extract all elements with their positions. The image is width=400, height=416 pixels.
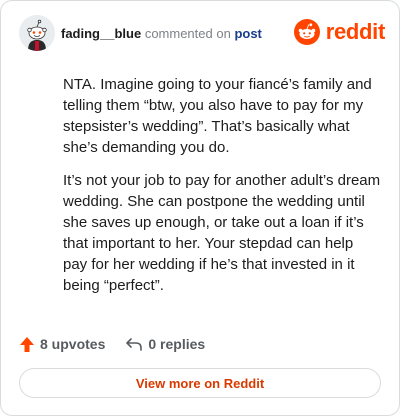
upvote-arrow-icon [20,336,34,352]
avatar[interactable] [19,15,55,51]
upvote-count: 8 upvotes [40,336,106,352]
reply-icon [126,338,143,351]
snoo-avatar-icon [19,15,55,51]
comment-meta: fading__blue commented on post [61,26,262,41]
reddit-wordmark: reddit [325,19,386,44]
reddit-logo-icon [293,19,320,45]
upvote-button[interactable]: 8 upvotes [19,336,105,353]
reddit-brand[interactable]: reddit [293,18,386,46]
username[interactable]: fading__blue [61,26,141,41]
comment-paragraph: NTA. Imagine going to your fiancé’s fami… [63,76,372,156]
embedded-comment-card: fading__blue commented on post reddit NT… [0,0,400,416]
comment-body: NTA. Imagine going to your fiancé’s fami… [63,74,381,308]
reply-button[interactable]: 0 replies [125,336,205,352]
comment-paragraph: It’s not your job to pay for another adu… [63,172,381,294]
post-link[interactable]: post [234,26,261,41]
view-more-button[interactable]: View more on Reddit [19,368,381,398]
comment-header: fading__blue commented on post reddit [19,15,385,51]
comment-actions: 8 upvotes 0 replies [19,334,225,354]
reply-count: 0 replies [148,336,206,352]
action-text: commented on [144,26,231,41]
